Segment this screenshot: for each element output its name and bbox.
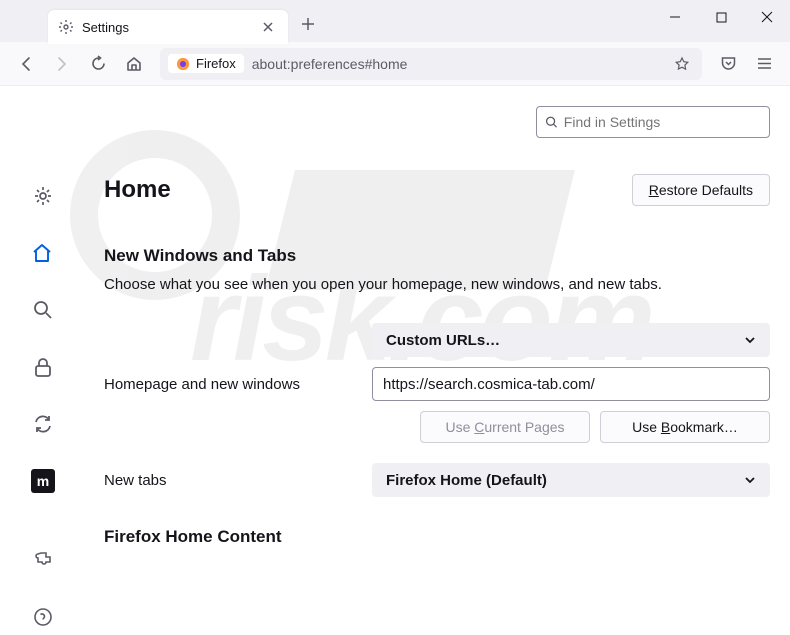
newtabs-dropdown[interactable]: Firefox Home (Default)	[372, 463, 770, 497]
homepage-buttons: Use Current Pages Use Bookmark…	[372, 411, 770, 443]
settings-main: Home Restore Defaults New Windows and Ta…	[68, 86, 790, 635]
sidebar-item-general[interactable]	[24, 178, 60, 213]
back-button[interactable]	[10, 48, 42, 80]
forward-button[interactable]	[46, 48, 78, 80]
page-header: Home Restore Defaults	[104, 174, 770, 206]
close-tab-button[interactable]	[258, 17, 278, 37]
newtabs-row: New tabs Firefox Home (Default)	[104, 463, 770, 497]
pocket-button[interactable]	[712, 48, 744, 80]
homepage-mode-dropdown[interactable]: Custom URLs…	[372, 323, 770, 357]
restore-defaults-button[interactable]: Restore Defaults	[632, 174, 770, 206]
identity-label: Firefox	[196, 56, 236, 71]
sidebar-item-extensions[interactable]	[24, 543, 60, 578]
sidebar-item-home[interactable]	[24, 235, 60, 270]
sidebar-item-help[interactable]	[24, 600, 60, 635]
homepage-url-input[interactable]	[372, 367, 770, 401]
close-window-button[interactable]	[744, 0, 790, 34]
find-in-settings[interactable]	[536, 106, 770, 138]
sidebar-item-sync[interactable]	[24, 407, 60, 442]
use-current-pages-button[interactable]: Use Current Pages	[420, 411, 590, 443]
window-controls	[652, 0, 790, 42]
homepage-row: Homepage and new windows	[104, 367, 770, 401]
page-title: Home	[104, 176, 171, 204]
section-title: New Windows and Tabs	[104, 246, 770, 266]
chevron-down-icon	[744, 334, 756, 346]
mozilla-icon: m	[31, 469, 55, 493]
address-text: about:preferences#home	[252, 56, 670, 72]
gear-icon	[58, 19, 74, 35]
sidebar-item-more[interactable]: m	[24, 464, 60, 499]
browser-tab[interactable]: Settings	[48, 10, 288, 44]
firefox-home-content-title: Firefox Home Content	[104, 527, 770, 547]
new-windows-tabs-section: New Windows and Tabs Choose what you see…	[104, 246, 770, 547]
newtabs-label: New tabs	[104, 472, 360, 489]
url-bar[interactable]: Firefox about:preferences#home	[160, 48, 702, 80]
chevron-down-icon	[744, 474, 756, 486]
sidebar-item-search[interactable]	[24, 292, 60, 327]
home-button[interactable]	[118, 48, 150, 80]
identity-badge: Firefox	[168, 54, 244, 73]
minimize-button[interactable]	[652, 0, 698, 34]
bookmark-star-button[interactable]	[670, 52, 694, 76]
settings-sidebar: m	[16, 86, 68, 635]
settings-content: m Home Restore Defaults New Windows and …	[0, 86, 790, 635]
new-tab-button[interactable]	[292, 8, 324, 40]
navigation-toolbar: Firefox about:preferences#home	[0, 42, 790, 86]
section-description: Choose what you see when you open your h…	[104, 274, 770, 295]
tab-title: Settings	[82, 20, 258, 35]
window-titlebar: Settings	[0, 0, 790, 42]
use-bookmark-button[interactable]: Use Bookmark…	[600, 411, 770, 443]
sidebar-item-privacy[interactable]	[24, 349, 60, 384]
homepage-label: Homepage and new windows	[104, 376, 360, 393]
reload-button[interactable]	[82, 48, 114, 80]
homepage-dropdown-row: Custom URLs…	[104, 323, 770, 357]
app-menu-button[interactable]	[748, 48, 780, 80]
find-input[interactable]	[564, 114, 761, 130]
maximize-button[interactable]	[698, 0, 744, 34]
